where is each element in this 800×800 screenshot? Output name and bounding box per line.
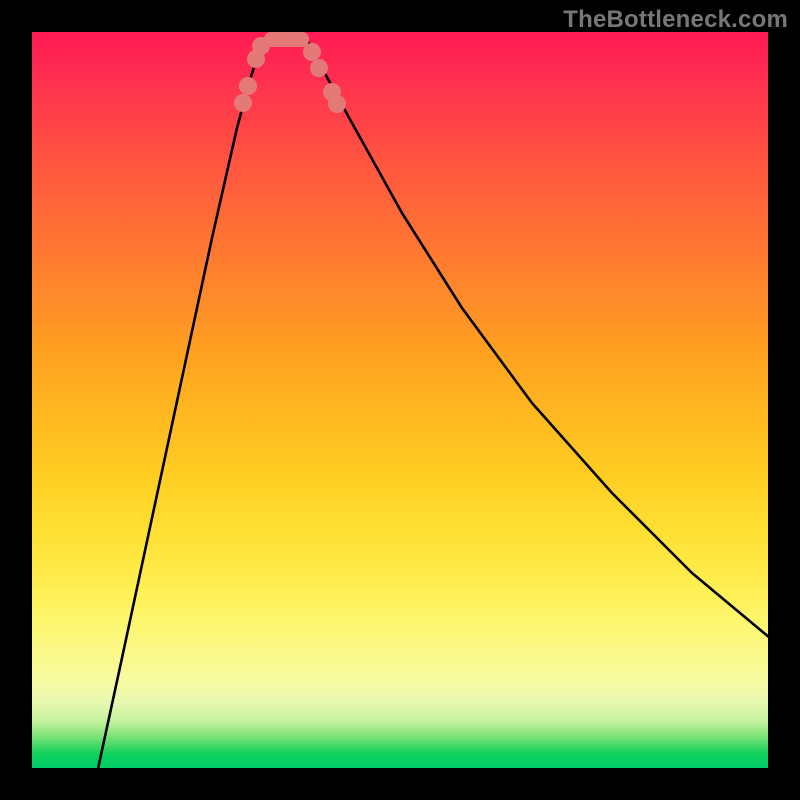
chart-frame: TheBottleneck.com bbox=[0, 0, 800, 800]
watermark-text: TheBottleneck.com bbox=[563, 6, 788, 34]
data-marker bbox=[328, 95, 346, 113]
plot-area bbox=[32, 32, 768, 768]
markers-group bbox=[234, 32, 346, 113]
right-curve bbox=[307, 40, 768, 638]
curves-svg bbox=[32, 32, 768, 768]
left-curve bbox=[96, 40, 264, 768]
data-marker bbox=[310, 59, 328, 77]
data-marker bbox=[239, 77, 257, 95]
trough-pill bbox=[264, 32, 309, 47]
data-marker bbox=[234, 94, 252, 112]
